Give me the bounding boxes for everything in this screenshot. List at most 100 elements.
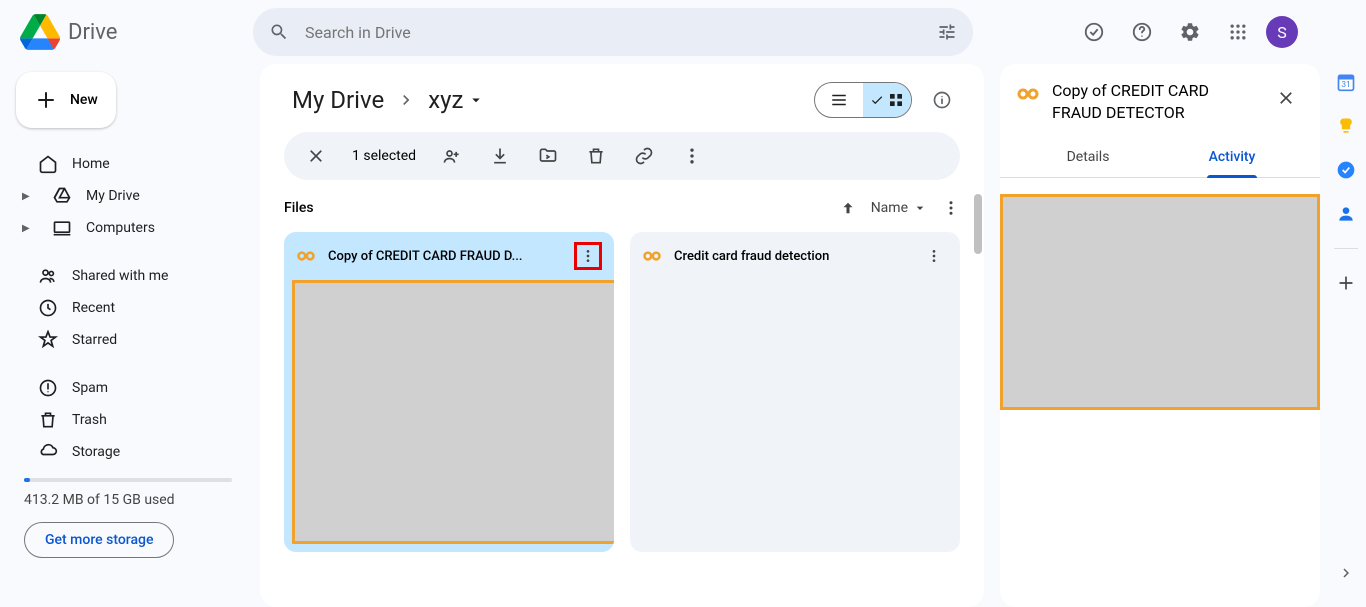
plus-icon xyxy=(34,88,58,112)
apps-icon[interactable] xyxy=(1218,12,1258,52)
hide-rail-button[interactable] xyxy=(1328,555,1364,591)
view-toggle xyxy=(814,82,912,118)
svg-text:31: 31 xyxy=(1341,80,1350,90)
spam-icon xyxy=(38,378,58,398)
file-name: Credit card fraud detection xyxy=(674,249,908,264)
sort-label: Name xyxy=(871,200,908,216)
nav-recent[interactable]: Recent xyxy=(12,292,244,324)
details-title: Copy of CREDIT CARD FRAUD DETECTOR xyxy=(1052,80,1256,125)
colab-icon xyxy=(642,246,662,266)
selection-toolbar: 1 selected xyxy=(284,132,960,180)
more-button[interactable] xyxy=(672,136,712,176)
trash-icon xyxy=(38,410,58,430)
nav-home[interactable]: Home xyxy=(12,148,244,180)
home-icon xyxy=(38,154,58,174)
nav-starred[interactable]: Starred xyxy=(12,324,244,356)
chevron-down-icon xyxy=(467,91,485,109)
search-options-icon[interactable] xyxy=(937,22,957,42)
grid-view-button[interactable] xyxy=(863,83,911,117)
search-input[interactable] xyxy=(305,23,921,42)
nav-computers[interactable]: ▶ Computers xyxy=(12,212,244,244)
download-button[interactable] xyxy=(480,136,520,176)
colab-icon xyxy=(296,246,316,266)
top-bar: Drive S xyxy=(0,0,1316,64)
content-panel: My Drive xyz 1 selected xyxy=(260,64,984,607)
top-actions: S xyxy=(1074,12,1308,52)
breadcrumb-current[interactable]: xyz xyxy=(420,82,493,118)
storage-bar xyxy=(24,478,232,482)
storage-section: 413.2 MB of 15 GB used Get more storage xyxy=(0,468,256,562)
settings-icon[interactable] xyxy=(1170,12,1210,52)
file-card-header: Copy of CREDIT CARD FRAUD D... xyxy=(284,232,614,280)
file-more-button[interactable] xyxy=(574,242,602,270)
details-header: Copy of CREDIT CARD FRAUD DETECTOR xyxy=(1000,80,1320,137)
tab-activity[interactable]: Activity xyxy=(1160,137,1304,177)
file-more-button[interactable] xyxy=(920,242,948,270)
new-label: New xyxy=(70,92,98,108)
file-preview xyxy=(292,280,614,544)
nav-trash[interactable]: Trash xyxy=(12,404,244,436)
new-button[interactable]: New xyxy=(16,72,116,128)
account-avatar[interactable]: S xyxy=(1266,16,1298,48)
info-icon[interactable] xyxy=(924,82,960,118)
get-storage-button[interactable]: Get more storage xyxy=(24,522,174,558)
file-card[interactable]: Credit card fraud detection xyxy=(630,232,960,552)
breadcrumb-root[interactable]: My Drive xyxy=(284,82,392,118)
chevron-right-icon xyxy=(396,90,416,110)
check-icon xyxy=(870,93,884,107)
tab-details[interactable]: Details xyxy=(1016,137,1160,177)
keep-icon[interactable] xyxy=(1336,116,1356,136)
nav-label: Trash xyxy=(72,412,107,428)
grid-icon xyxy=(888,92,904,108)
tasks-icon[interactable] xyxy=(1336,160,1356,180)
details-tabs: Details Activity xyxy=(1000,137,1320,178)
drive-logo-icon xyxy=(20,12,60,52)
nav-shared[interactable]: Shared with me xyxy=(12,260,244,292)
breadcrumb: My Drive xyz xyxy=(284,76,960,124)
star-icon xyxy=(38,330,58,350)
nav-storage[interactable]: Storage xyxy=(12,436,244,468)
file-name: Copy of CREDIT CARD FRAUD D... xyxy=(328,249,562,264)
share-button[interactable] xyxy=(432,136,472,176)
move-button[interactable] xyxy=(528,136,568,176)
nav-spam[interactable]: Spam xyxy=(12,372,244,404)
files-grid: Copy of CREDIT CARD FRAUD D... Credit ca… xyxy=(284,232,960,552)
file-card[interactable]: Copy of CREDIT CARD FRAUD D... xyxy=(284,232,614,552)
chevron-right-icon: ▶ xyxy=(22,191,38,202)
nav-primary: Home ▶ My Drive ▶ Computers xyxy=(0,144,256,244)
nav-label: Computers xyxy=(86,220,155,236)
close-selection-button[interactable] xyxy=(296,136,336,176)
selection-count: 1 selected xyxy=(352,148,416,164)
sort-direction-icon[interactable] xyxy=(839,199,857,217)
contacts-icon[interactable] xyxy=(1336,204,1356,224)
delete-button[interactable] xyxy=(576,136,616,176)
close-details-button[interactable] xyxy=(1268,80,1304,116)
nav-my-drive[interactable]: ▶ My Drive xyxy=(12,180,244,212)
list-view-button[interactable] xyxy=(815,83,863,117)
search-bar[interactable] xyxy=(253,8,973,56)
sort-controls: Name xyxy=(839,199,960,217)
computers-icon xyxy=(52,218,72,238)
nav-tertiary: Spam Trash Storage xyxy=(0,368,256,468)
ready-offline-icon[interactable] xyxy=(1074,12,1114,52)
sidebar: New Home ▶ My Drive ▶ Computers Shared w… xyxy=(0,0,256,607)
nav-label: Storage xyxy=(72,444,120,460)
link-button[interactable] xyxy=(624,136,664,176)
search-icon xyxy=(269,22,289,42)
app-name: Drive xyxy=(68,20,117,45)
drive-icon xyxy=(52,186,72,206)
sort-by-name[interactable]: Name xyxy=(871,200,928,216)
files-section-header: Files Name xyxy=(284,188,960,228)
cloud-icon xyxy=(38,442,58,462)
add-icon[interactable] xyxy=(1336,273,1356,293)
nav-label: Spam xyxy=(72,380,108,396)
logo-section[interactable]: Drive xyxy=(8,12,253,52)
more-options-icon[interactable] xyxy=(942,199,960,217)
calendar-icon[interactable]: 31 xyxy=(1336,72,1356,92)
shared-icon xyxy=(38,266,58,286)
scrollbar[interactable] xyxy=(974,194,982,254)
help-icon[interactable] xyxy=(1122,12,1162,52)
file-card-header: Credit card fraud detection xyxy=(630,232,960,280)
view-controls xyxy=(814,82,960,118)
main-area: My Drive xyz 1 selected xyxy=(256,0,1320,607)
